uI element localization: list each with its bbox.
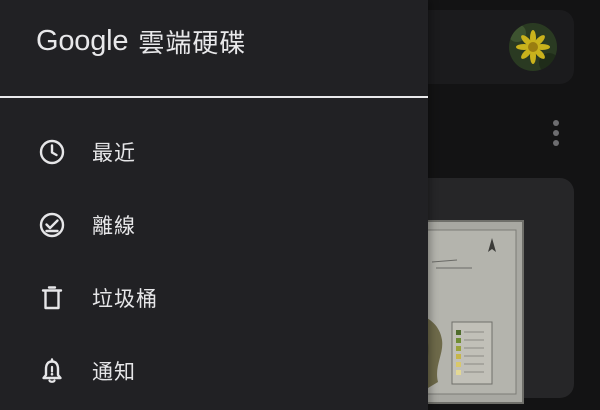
more-vert-icon[interactable]	[549, 118, 563, 148]
nav-item-trash[interactable]: 垃圾桶	[0, 261, 428, 334]
title-product: 雲端硬碟	[138, 28, 247, 59]
nav-item-recent[interactable]: 最近	[0, 115, 428, 188]
drawer-header: Google 雲端硬碟	[0, 0, 428, 96]
nav-label-recent: 最近	[92, 140, 136, 165]
clock-icon	[38, 138, 66, 166]
navigation-drawer: Google 雲端硬碟 最近 離線 垃圾桶 通知	[0, 0, 428, 410]
account-avatar[interactable]	[509, 23, 557, 71]
drawer-nav-list: 最近 離線 垃圾桶 通知	[0, 115, 428, 407]
nav-label-offline: 離線	[92, 213, 136, 238]
bell-icon	[38, 357, 66, 385]
app-title: Google 雲端硬碟	[36, 20, 246, 62]
nav-label-trash: 垃圾桶	[92, 286, 158, 311]
nav-item-notifications[interactable]: 通知	[0, 334, 428, 407]
nav-item-offline[interactable]: 離線	[0, 188, 428, 261]
header-divider	[0, 96, 428, 98]
trash-icon	[38, 284, 66, 312]
avatar-flower-image	[509, 23, 557, 71]
title-brand: Google	[36, 24, 129, 57]
offline-icon	[38, 211, 66, 239]
drive-app-screen: Google 雲端硬碟 最近 離線 垃圾桶 通知	[0, 0, 600, 410]
nav-label-notifications: 通知	[92, 359, 136, 384]
